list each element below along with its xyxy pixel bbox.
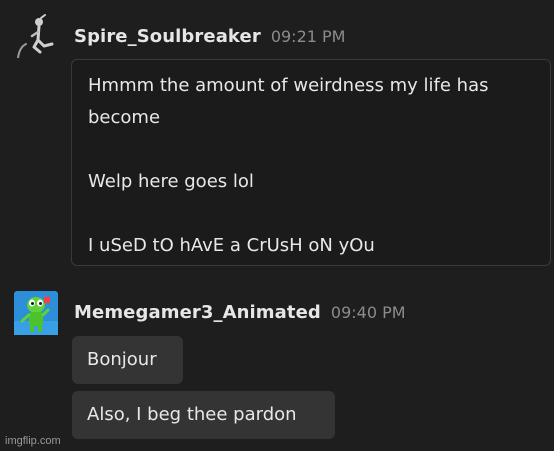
timestamp: 09:21 PM [270, 27, 346, 46]
message-line: Welp here goes lol [88, 171, 254, 192]
message-line: Hmmm the amount of weirdness my life has… [88, 75, 489, 128]
message-header: Memegamer3_Animated 09:40 PM [74, 302, 406, 323]
avatar-memegamer-green-character-icon[interactable] [14, 291, 58, 335]
message-header: Spire_Soulbreaker 09:21 PM [74, 26, 345, 47]
username[interactable]: Memegamer3_Animated [74, 302, 321, 323]
imgflip-watermark: imgflip.com [5, 435, 61, 447]
avatar-spire-stick-figure-icon[interactable] [14, 14, 58, 59]
message-body: Hmmm the amount of weirdness my life has… [71, 59, 551, 266]
message-bubble: Also, I beg thee pardon [72, 391, 335, 439]
username[interactable]: Spire_Soulbreaker [74, 26, 261, 47]
message-line: I uSeD tO hAvE a CrUsH oN yOu [88, 235, 375, 256]
message-bubble: Bonjour [72, 336, 183, 384]
chat-window: Spire_Soulbreaker 09:21 PM Hmmm the amou… [0, 0, 554, 451]
timestamp: 09:40 PM [330, 303, 406, 322]
